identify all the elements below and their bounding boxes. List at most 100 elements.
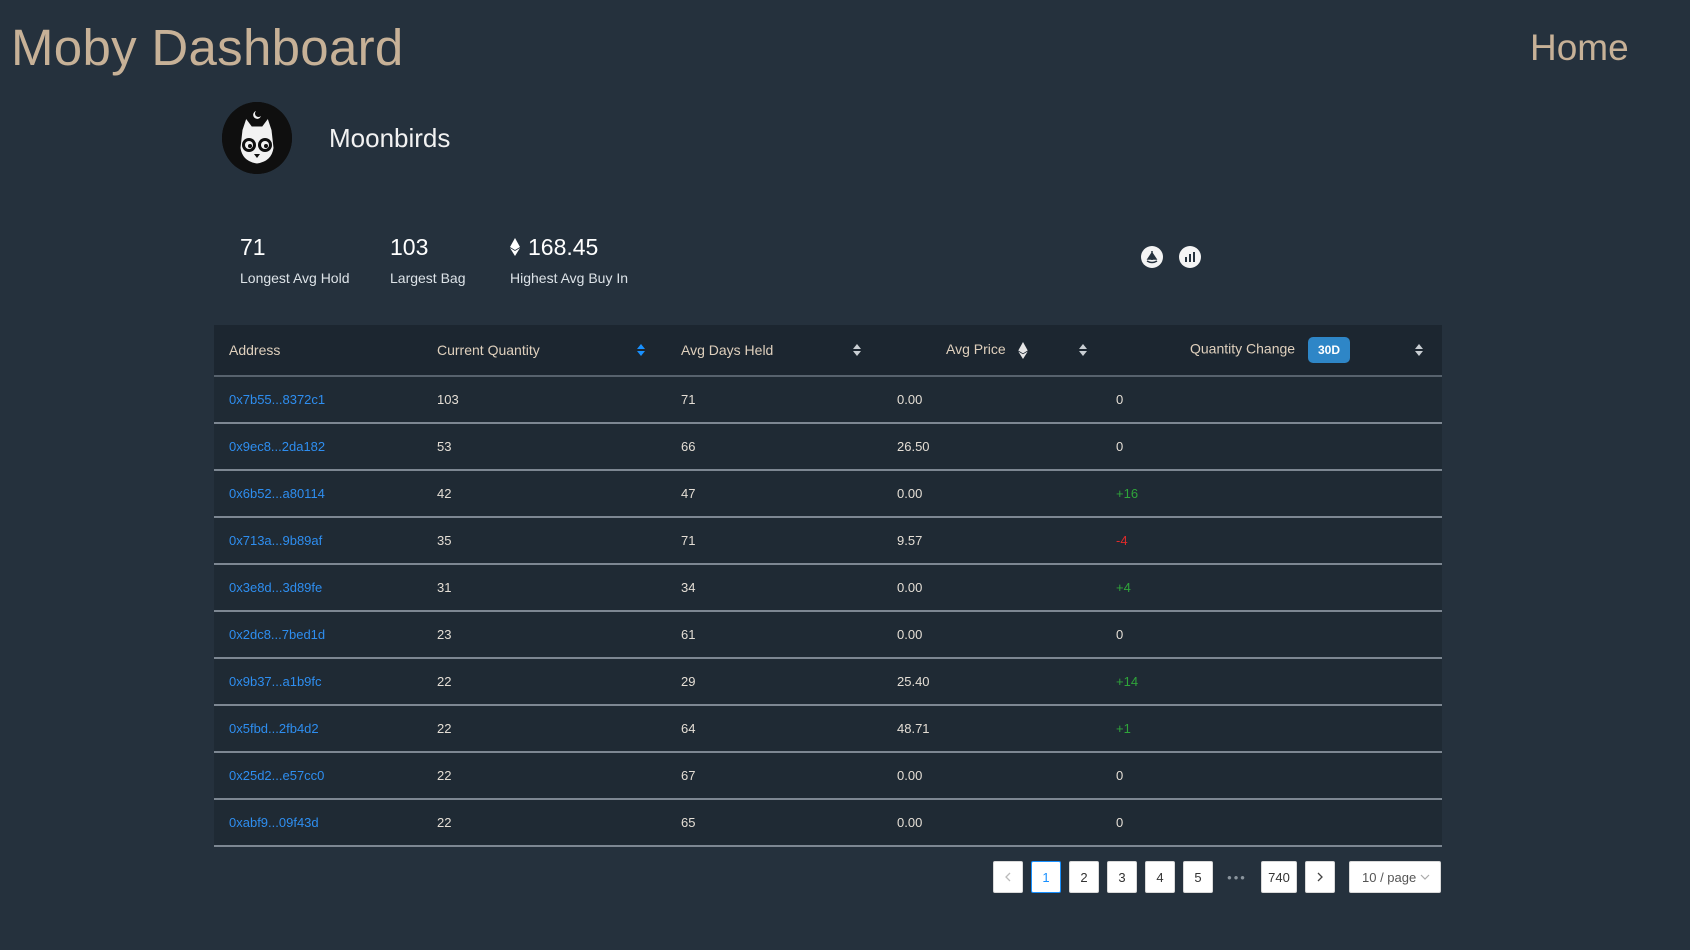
col-address: Address (214, 325, 422, 377)
address-link[interactable]: 0x2dc8...7bed1d (214, 611, 422, 659)
holders-table: Address Current Quantity Avg Days Held A… (214, 325, 1442, 847)
avg-days-held-cell: 67 (666, 752, 882, 800)
quantity-change-cell: +16 (1101, 470, 1442, 518)
quantity-change-cell: +4 (1101, 564, 1442, 612)
app-title: Moby Dashboard (11, 19, 404, 76)
home-link[interactable]: Home (1530, 27, 1629, 69)
col-avg-price[interactable]: Avg Price (882, 325, 1101, 377)
address-link[interactable]: 0x7b55...8372c1 (214, 376, 422, 424)
page-button-2[interactable]: 2 (1069, 861, 1099, 893)
address-link[interactable]: 0x9ec8...2da182 (214, 423, 422, 471)
table-header-row: Address Current Quantity Avg Days Held A… (214, 325, 1442, 377)
table-row: 0x2dc8...7bed1d 23 61 0.00 0 (214, 611, 1442, 659)
ethereum-icon (510, 238, 520, 256)
avg-days-held-cell: 47 (666, 470, 882, 518)
page-button-4[interactable]: 4 (1145, 861, 1175, 893)
period-badge[interactable]: 30D (1307, 337, 1350, 363)
avg-price-cell: 0.00 (882, 611, 1101, 659)
sort-icon[interactable] (636, 343, 646, 357)
stat-value: 71 (240, 233, 266, 260)
avg-days-held-cell: 66 (666, 423, 882, 471)
stat-longest-avg-hold: 71 Longest Avg Hold (240, 232, 350, 287)
chevron-down-icon (1420, 874, 1430, 880)
moonbird-owl-avatar (222, 102, 292, 174)
quantity-change-cell: -4 (1101, 517, 1442, 565)
page-button-3[interactable]: 3 (1107, 861, 1137, 893)
chevron-right-icon (1317, 872, 1323, 882)
sort-icon[interactable] (1078, 343, 1088, 357)
stat-value: 168.45 (510, 232, 628, 262)
stat-label: Largest Bag (390, 270, 466, 286)
table-row: 0x9ec8...2da182 53 66 26.50 0 (214, 423, 1442, 471)
avg-price-cell: 0.00 (882, 564, 1101, 612)
quantity-change-cell: 0 (1101, 423, 1442, 471)
page-size-select[interactable]: 10 / page (1349, 861, 1441, 893)
table-row: 0x3e8d...3d89fe 31 34 0.00 +4 (214, 564, 1442, 612)
address-link[interactable]: 0x9b37...a1b9fc (214, 658, 422, 706)
ethereum-icon (1017, 341, 1028, 359)
table-row: 0x6b52...a80114 42 47 0.00 +16 (214, 470, 1442, 518)
quantity-change-cell: +14 (1101, 658, 1442, 706)
current-quantity-cell: 23 (422, 611, 666, 659)
current-quantity-cell: 42 (422, 470, 666, 518)
address-link[interactable]: 0x713a...9b89af (214, 517, 422, 565)
page-ellipsis[interactable]: ••• (1221, 870, 1253, 885)
current-quantity-cell: 31 (422, 564, 666, 612)
page-button-1[interactable]: 1 (1031, 861, 1061, 893)
quantity-change-cell: +1 (1101, 705, 1442, 753)
avg-price-cell: 26.50 (882, 423, 1101, 471)
avg-price-cell: 9.57 (882, 517, 1101, 565)
sort-icon[interactable] (852, 343, 862, 357)
table-row: 0x5fbd...2fb4d2 22 64 48.71 +1 (214, 705, 1442, 753)
address-link[interactable]: 0x5fbd...2fb4d2 (214, 705, 422, 753)
avg-days-held-cell: 34 (666, 564, 882, 612)
stat-value: 103 (390, 233, 429, 260)
avg-days-held-cell: 65 (666, 799, 882, 847)
prev-page-button[interactable] (993, 861, 1023, 893)
address-link[interactable]: 0x3e8d...3d89fe (214, 564, 422, 612)
quantity-change-cell: 0 (1101, 376, 1442, 424)
quantity-change-cell: 0 (1101, 752, 1442, 800)
col-avg-days-held[interactable]: Avg Days Held (666, 325, 882, 377)
current-quantity-cell: 22 (422, 752, 666, 800)
avg-price-cell: 0.00 (882, 799, 1101, 847)
quantity-change-cell: 0 (1101, 799, 1442, 847)
pagination: 1 2 3 4 5 ••• 740 10 / page (993, 861, 1441, 893)
quantity-change-cell: 0 (1101, 611, 1442, 659)
avg-price-cell: 25.40 (882, 658, 1101, 706)
avg-days-held-cell: 61 (666, 611, 882, 659)
avg-days-held-cell: 71 (666, 376, 882, 424)
stats-row: 71 Longest Avg Hold 103 Largest Bag 168.… (240, 232, 676, 287)
avg-days-held-cell: 29 (666, 658, 882, 706)
address-link[interactable]: 0x6b52...a80114 (214, 470, 422, 518)
table-row: 0x713a...9b89af 35 71 9.57 -4 (214, 517, 1442, 565)
table-row: 0x7b55...8372c1 103 71 0.00 0 (214, 376, 1442, 424)
page-size-value: 10 / page (1362, 869, 1417, 885)
avg-price-cell: 0.00 (882, 752, 1101, 800)
current-quantity-cell: 35 (422, 517, 666, 565)
sort-icon[interactable] (1414, 343, 1424, 357)
stat-highest-avg-buy-in: 168.45 Highest Avg Buy In (510, 232, 628, 286)
current-quantity-cell: 22 (422, 705, 666, 753)
col-current-quantity[interactable]: Current Quantity (422, 325, 666, 377)
next-page-button[interactable] (1305, 861, 1335, 893)
chevron-left-icon (1005, 872, 1011, 882)
current-quantity-cell: 103 (422, 376, 666, 424)
stat-largest-bag: 103 Largest Bag (390, 232, 466, 287)
current-quantity-cell: 22 (422, 799, 666, 847)
page-button-last[interactable]: 740 (1261, 861, 1297, 893)
current-quantity-cell: 22 (422, 658, 666, 706)
col-quantity-change[interactable]: Quantity Change 30D (1101, 325, 1442, 377)
address-link[interactable]: 0xabf9...09f43d (214, 799, 422, 847)
table-row: 0x25d2...e57cc0 22 67 0.00 0 (214, 752, 1442, 800)
avg-price-cell: 48.71 (882, 705, 1101, 753)
avg-days-held-cell: 71 (666, 517, 882, 565)
chart-icon[interactable] (1179, 246, 1201, 268)
current-quantity-cell: 53 (422, 423, 666, 471)
page-button-5[interactable]: 5 (1183, 861, 1213, 893)
stat-label: Longest Avg Hold (240, 270, 350, 286)
stat-label: Highest Avg Buy In (510, 270, 629, 286)
address-link[interactable]: 0x25d2...e57cc0 (214, 752, 422, 800)
opensea-icon[interactable] (1141, 246, 1163, 268)
avg-price-cell: 0.00 (882, 376, 1101, 424)
